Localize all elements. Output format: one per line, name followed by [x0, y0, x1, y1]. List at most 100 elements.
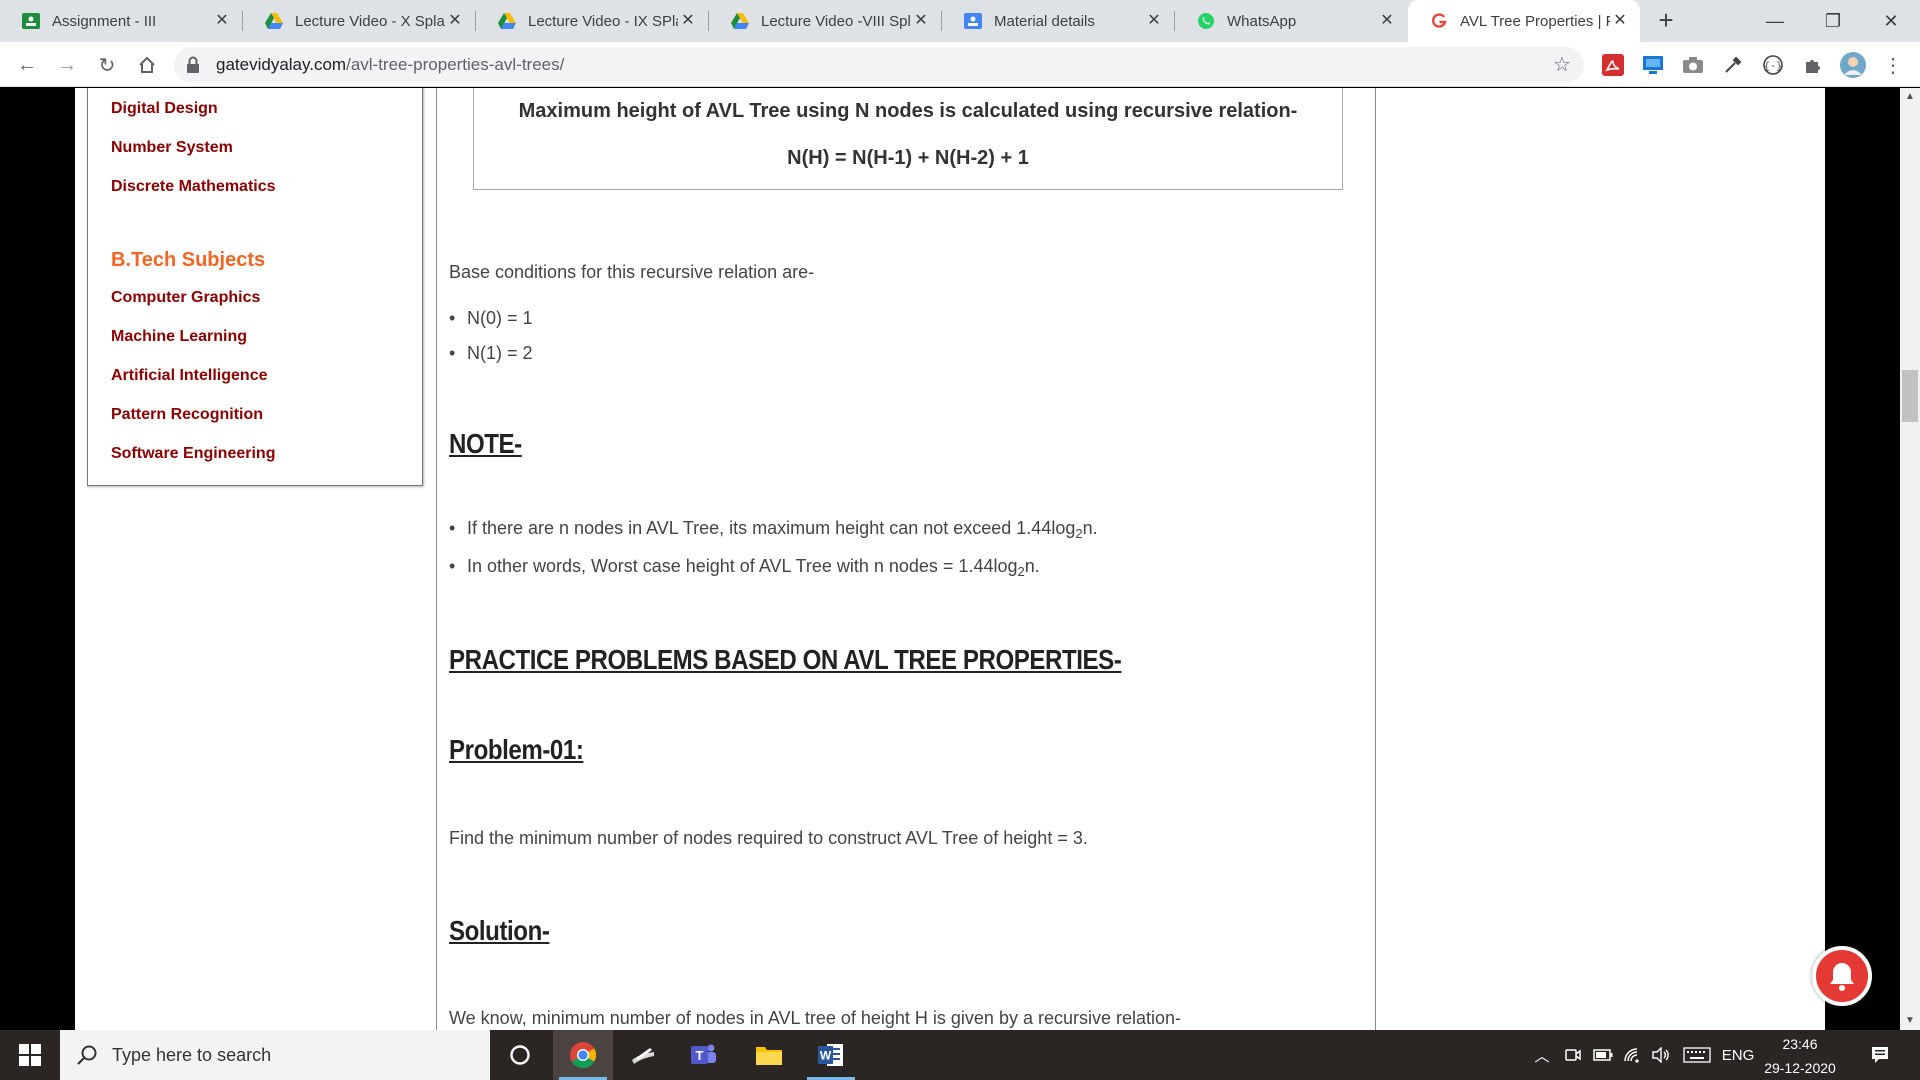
close-icon[interactable]: ✕ [1144, 11, 1164, 31]
windows-start-button[interactable] [0, 1030, 60, 1080]
minimize-icon[interactable]: — [1752, 0, 1798, 42]
sidebar-link-machine-learning[interactable]: Machine Learning [111, 328, 247, 346]
teams-icon[interactable]: T [673, 1030, 733, 1080]
tab-title: Assignment - III [52, 12, 157, 30]
note-heading: NOTE- [449, 428, 522, 459]
google-drive-icon [498, 12, 516, 30]
extensions-puzzle-icon[interactable] [1800, 52, 1826, 78]
sidebar-link-discrete-mathematics[interactable]: Discrete Mathematics [111, 178, 276, 196]
windows-logo-icon [19, 1044, 41, 1066]
sidebar-link-software-engineering[interactable]: Software Engineering [111, 445, 275, 463]
address-bar[interactable]: gatevidyalay.com/avl-tree-properties-avl… [174, 47, 1584, 83]
log-base: 2 [1017, 564, 1025, 579]
base-conditions-intro: Base conditions for this recursive relat… [449, 262, 815, 282]
notification-bell-button[interactable] [1812, 946, 1872, 1006]
restore-icon[interactable]: ❐ [1810, 0, 1856, 42]
word-icon[interactable]: W [801, 1030, 861, 1080]
note-text: In other words, Worst case height of AVL… [467, 556, 1018, 576]
list-item: In other words, Worst case height of AVL… [449, 556, 1040, 579]
bookmark-star-icon[interactable]: ☆ [1548, 51, 1576, 79]
article-content: Maximum height of AVL Tree using N nodes… [436, 88, 1376, 1030]
close-window-icon[interactable]: ✕ [1868, 0, 1914, 42]
scroll-down-arrow-icon[interactable]: ▼ [1900, 1012, 1920, 1030]
practice-problems-heading: PRACTICE PROBLEMS BASED ON AVL TREE PROP… [449, 644, 1122, 675]
scroll-up-arrow-icon[interactable]: ▲ [1900, 88, 1920, 106]
problem-text: Find the minimum number of nodes require… [449, 828, 1088, 848]
wifi-icon[interactable] [1620, 1030, 1646, 1080]
tab-title: Material details [994, 12, 1095, 30]
more-options-icon[interactable]: ⋮ [1880, 52, 1906, 78]
page-scrollbar[interactable]: ▲ ▼ [1900, 88, 1920, 1030]
close-icon[interactable]: ✕ [445, 11, 465, 31]
solution-heading: Solution- [449, 915, 550, 946]
keyboard-icon[interactable] [1680, 1030, 1714, 1080]
clock-date: 29-12-2020 [1764, 1060, 1836, 1076]
bell-icon [1830, 963, 1854, 991]
gatevidyalay-icon [1430, 12, 1448, 30]
note-text: If there are n nodes in AVL Tree, its ma… [467, 518, 1076, 538]
action-center-icon[interactable] [1862, 1030, 1898, 1080]
url-host: gatevidyalay.com [216, 55, 347, 74]
forward-arrow-icon[interactable]: → [52, 50, 82, 80]
language-indicator[interactable]: ENG [1718, 1030, 1758, 1080]
reload-icon[interactable]: ↻ [92, 50, 122, 80]
tab-avl-tree[interactable]: AVL Tree Properties | Problems ✕ [1408, 0, 1640, 42]
sidebar: Digital Design Number System Discrete Ma… [87, 88, 423, 486]
formula-box: Maximum height of AVL Tree using N nodes… [473, 88, 1343, 190]
google-drive-icon [265, 12, 283, 30]
acrobat-icon[interactable] [1600, 52, 1626, 78]
screen-capture-icon[interactable] [1640, 52, 1666, 78]
search-placeholder: Type here to search [112, 1044, 272, 1065]
tab-whatsapp[interactable]: WhatsApp ✕ [1175, 0, 1407, 42]
pen-workspace-icon[interactable] [613, 1030, 673, 1080]
google-drive-icon [731, 12, 749, 30]
profile-avatar[interactable] [1838, 50, 1868, 80]
sidebar-link-number-system[interactable]: Number System [111, 139, 233, 157]
svg-text:T: T [696, 1048, 704, 1063]
classroom-icon [22, 12, 40, 30]
tab-material-details[interactable]: Material details ✕ [942, 0, 1174, 42]
tab-assignment[interactable]: Assignment - III ✕ [0, 0, 242, 42]
solution-text: We know, minimum number of nodes in AVL … [449, 1008, 1182, 1028]
sidebar-link-pattern-recognition[interactable]: Pattern Recognition [111, 406, 263, 424]
code-extension-icon[interactable]: {·} [1760, 52, 1786, 78]
browser-toolbar: ← → ↻ gatevidyalay.com/avl-tree-properti… [0, 42, 1920, 87]
right-column [1376, 88, 1825, 1030]
camera-icon[interactable] [1680, 52, 1706, 78]
close-icon[interactable]: ✕ [678, 11, 698, 31]
formula: N(H) = N(H-1) + N(H-2) + 1 [787, 147, 1029, 169]
search-icon [77, 1045, 97, 1065]
close-icon[interactable]: ✕ [911, 11, 931, 31]
battery-icon[interactable] [1590, 1030, 1616, 1080]
scroll-thumb[interactable] [1902, 370, 1918, 422]
tab-lecture-viii[interactable]: Lecture Video -VIII Splay ✕ [709, 0, 941, 42]
new-tab-button[interactable]: + [1652, 6, 1680, 34]
eyedropper-icon[interactable] [1720, 52, 1746, 78]
note-text-end: n. [1024, 556, 1040, 576]
tab-title: WhatsApp [1227, 12, 1297, 30]
close-icon[interactable]: ✕ [212, 11, 232, 31]
file-explorer-icon[interactable] [739, 1030, 799, 1080]
tab-lecture-x[interactable]: Lecture Video - X Splay ✕ [243, 0, 475, 42]
close-icon[interactable]: ✕ [1610, 11, 1630, 31]
close-icon[interactable]: ✕ [1377, 11, 1397, 31]
clock-time: 23:46 [1782, 1036, 1818, 1052]
sidebar-link-artificial-intelligence[interactable]: Artificial Intelligence [111, 367, 267, 385]
back-arrow-icon[interactable]: ← [12, 50, 42, 80]
list-item: If there are n nodes in AVL Tree, its ma… [449, 518, 1098, 541]
sidebar-link-computer-graphics[interactable]: Computer Graphics [111, 289, 260, 307]
taskbar-search-box[interactable]: Type here to search [60, 1030, 490, 1080]
tab-lecture-ix[interactable]: Lecture Video - IX SPlay ✕ [476, 0, 708, 42]
formula-intro: Maximum height of AVL Tree using N nodes… [518, 100, 1298, 122]
volume-icon[interactable] [1648, 1030, 1674, 1080]
sidebar-link-digital-design[interactable]: Digital Design [111, 100, 218, 118]
page-body: Digital Design Number System Discrete Ma… [75, 88, 1825, 1030]
log-base: 2 [1075, 526, 1083, 541]
home-icon[interactable] [132, 50, 162, 80]
meet-now-icon[interactable] [1560, 1030, 1586, 1080]
chrome-taskbar-icon[interactable] [553, 1030, 613, 1080]
svg-text:{·}: {·} [1764, 61, 1782, 73]
cortana-icon[interactable] [490, 1030, 550, 1080]
tray-overflow-chevron-icon[interactable]: ︿ [1530, 1030, 1554, 1080]
taskbar-clock[interactable]: 23:46 29-12-2020 [1760, 1030, 1840, 1080]
